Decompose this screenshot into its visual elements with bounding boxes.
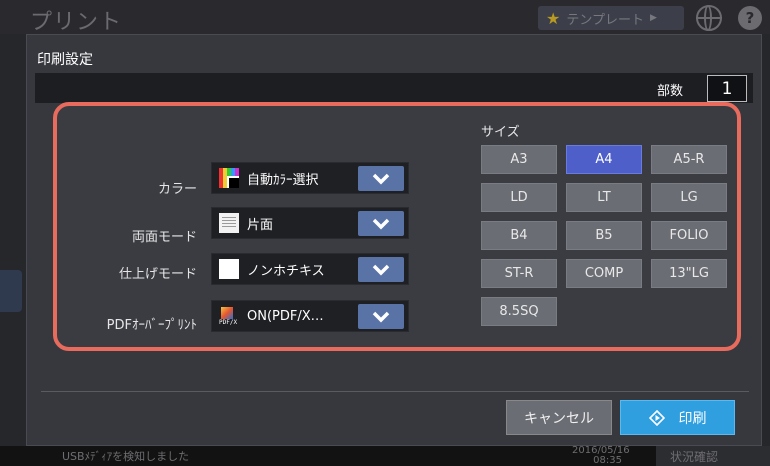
size-option-2[interactable]: A5-R — [651, 145, 727, 174]
finishing-label: 仕上げモード — [118, 267, 197, 282]
divider — [41, 391, 749, 392]
duplex-dropdown-button[interactable] — [358, 211, 404, 236]
status-clock: 2016/05/16 08:35 — [572, 446, 630, 466]
chevron-down-icon — [372, 311, 390, 322]
size-option-5[interactable]: LG — [651, 183, 727, 212]
size-option-3[interactable]: LD — [481, 183, 557, 212]
size-label: サイズ — [481, 125, 520, 140]
copies-bar — [35, 73, 753, 103]
size-option-8[interactable]: FOLIO — [651, 221, 727, 250]
size-option-9[interactable]: ST-R — [481, 259, 557, 288]
chevron-down-icon — [372, 218, 390, 229]
globe-icon[interactable] — [696, 5, 722, 31]
color-dropdown-button[interactable] — [358, 166, 404, 191]
app-header: プリント ★ テンプレート ▶ ? — [0, 0, 770, 35]
star-icon: ★ — [546, 8, 561, 28]
template-button[interactable]: ★ テンプレート ▶ — [538, 6, 684, 30]
color-label: カラー — [157, 182, 197, 197]
template-label: テンプレート — [566, 12, 644, 28]
status-message: USBﾒﾃﾞｨｱを検知しました — [62, 450, 190, 463]
app-title: プリント — [30, 10, 123, 35]
size-option-12[interactable]: 8.5SQ — [481, 297, 557, 326]
job-status-label: 状況確認 — [670, 449, 719, 464]
pdf-overprint-dropdown-button[interactable] — [358, 304, 404, 329]
chevron-down-icon — [372, 264, 390, 275]
size-option-4[interactable]: LT — [566, 183, 642, 212]
duplex-label: 両面モード — [131, 230, 197, 245]
duplex-value: 片面 — [247, 217, 274, 233]
color-mode-icon — [219, 168, 239, 188]
status-bar: USBﾒﾃﾞｨｱを検知しました 2016/05/16 08:35 状況確認 — [0, 446, 770, 466]
pdf-overprint-value: ON(PDF/X… — [247, 308, 324, 324]
copies-input[interactable]: 1 — [707, 75, 747, 102]
print-button[interactable]: 印刷 — [620, 400, 735, 435]
cancel-button[interactable]: キャンセル — [506, 400, 612, 435]
print-settings-dialog: 印刷設定 部数 1 カラー 自動ｶﾗｰ選択 両面モード 片面 仕上げモード ノン… — [26, 34, 762, 446]
chevron-right-icon: ▶ — [649, 13, 657, 23]
color-select[interactable]: 自動ｶﾗｰ選択 — [211, 162, 409, 194]
size-option-10[interactable]: COMP — [566, 259, 642, 288]
dialog-title: 印刷設定 — [37, 52, 93, 68]
finishing-value: ノンホチキス — [247, 263, 325, 279]
simplex-icon — [219, 213, 239, 233]
pdf-icon: PDF/X — [219, 306, 239, 326]
no-staple-icon — [219, 259, 239, 279]
pdf-overprint-select[interactable]: PDF/X ON(PDF/X… — [211, 300, 409, 332]
status-time: 08:35 — [593, 455, 622, 466]
finishing-dropdown-button[interactable] — [358, 257, 404, 282]
copies-label: 部数 — [657, 84, 684, 99]
chevron-down-icon — [372, 173, 390, 184]
cancel-label: キャンセル — [524, 410, 594, 427]
finishing-select[interactable]: ノンホチキス — [211, 253, 409, 285]
size-option-0[interactable]: A3 — [481, 145, 557, 174]
start-icon — [648, 409, 665, 426]
job-status-button[interactable]: 状況確認 — [656, 446, 770, 466]
print-label: 印刷 — [678, 410, 707, 427]
help-icon[interactable]: ? — [738, 6, 762, 30]
side-tab — [0, 270, 22, 312]
size-option-1[interactable]: A4 — [566, 145, 642, 174]
pdf-overprint-label: PDFｵｰﾊﾞｰﾌﾟﾘﾝﾄ — [106, 318, 197, 333]
duplex-select[interactable]: 片面 — [211, 207, 409, 239]
size-option-6[interactable]: B4 — [481, 221, 557, 250]
color-value: 自動ｶﾗｰ選択 — [247, 172, 319, 188]
size-option-7[interactable]: B5 — [566, 221, 642, 250]
pdf-icon-text: PDF/X — [219, 319, 238, 326]
size-option-11[interactable]: 13"LG — [651, 259, 727, 288]
